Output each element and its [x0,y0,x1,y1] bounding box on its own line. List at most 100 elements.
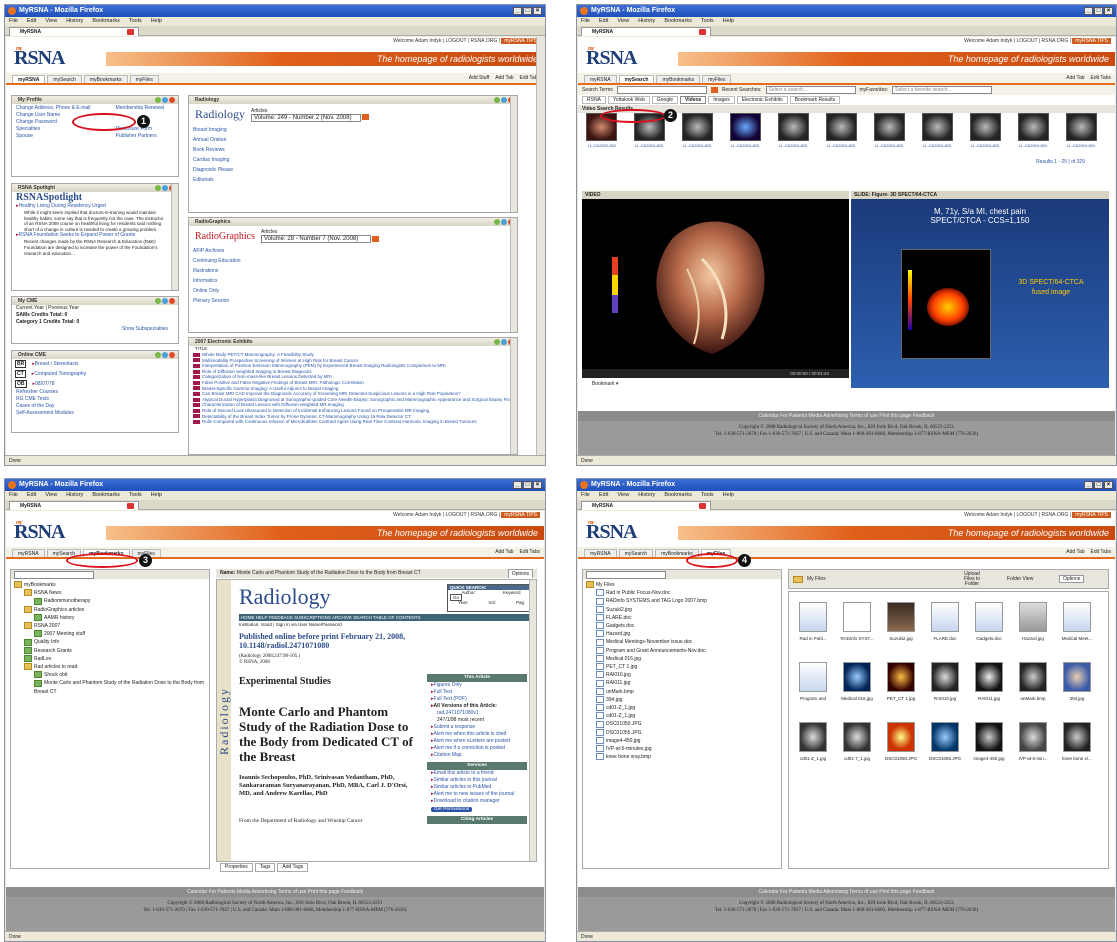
word-doc-icon[interactable] [799,602,827,632]
footer-links[interactable]: Calendar For Patients Media Advertising … [578,887,1115,897]
radiology-section-link[interactable]: Cardiac Imaging [189,155,517,165]
article-link[interactable]: Alert me when this article is cited [427,731,527,738]
file-caption[interactable]: Suzuki2.jpg [880,636,922,641]
menu-bookmarks[interactable]: Bookmarks [664,17,692,26]
menu-view[interactable]: View [617,491,629,500]
file-caption[interactable]: Gadgets.doc [968,636,1010,641]
word-doc-icon[interactable] [931,602,959,632]
rsnaorg-link[interactable]: RSNA.ORG [471,38,498,44]
minimize-icon[interactable]: _ [513,7,522,15]
image-file-icon[interactable] [931,662,959,692]
cme-item[interactable]: 08/07/78 [29,381,54,388]
tree-file[interactable]: RAI010.jpg [586,671,778,679]
video-thumbnail[interactable] [1066,113,1097,141]
browser-tab[interactable]: MyRSNA [9,27,139,36]
rsnaorg-link[interactable]: RSNA.ORG [471,512,498,518]
pane-close-icon[interactable] [169,97,175,103]
footer-links[interactable]: Calendar For Patients Media Advertising … [6,887,544,897]
file-caption[interactable]: PET_CT 1.jpg [880,696,922,701]
thumb-caption[interactable]: LL-CA2002-802 [584,143,620,148]
file-caption[interactable]: Hazard.jpg [1012,636,1054,641]
tree-file[interactable]: RAI011.jpg [586,679,778,687]
tree-folder[interactable]: My Files [586,581,778,589]
show-subspecialties-link[interactable]: Show Subspecialties [12,326,178,333]
video-player[interactable] [582,199,849,369]
tree-folder[interactable]: RadioGraphics articles [14,606,206,614]
video-timecode[interactable]: 00:00:00 / 00:01:24 [582,369,849,378]
thumb-caption[interactable]: LL-CA2003-803 [967,143,1003,148]
cme-year-links[interactable]: Current Year | Previous Year [12,305,178,312]
video-thumbnail[interactable] [730,113,761,141]
file-caption[interactable]: RAI010.jpg [924,696,966,701]
tree-bookmark[interactable]: Shock obit [14,671,206,679]
menu-history[interactable]: History [66,17,83,26]
tree-file[interactable]: unMark.bmp [586,688,778,696]
rsna-logo[interactable]: my RSNA [586,520,637,544]
image-file-icon[interactable] [887,602,915,632]
article-link[interactable]: Citation Map [427,752,527,759]
menu-edit[interactable]: Edit [27,491,36,500]
image-file-icon[interactable] [843,602,871,632]
service-link[interactable]: Email this article to a friend [427,770,527,777]
membership-renewal-link[interactable]: Membership Renewal [112,105,178,112]
tree-file[interactable]: Suzuki2.jpg [586,606,778,614]
pane-edit-icon[interactable] [501,97,507,103]
thumb-caption[interactable]: LL-CA2003-803 [631,143,667,148]
close-icon[interactable]: × [1104,7,1113,15]
engine-tab-videos[interactable]: Videos [680,96,707,104]
menu-bookmarks[interactable]: Bookmarks [92,17,120,26]
menu-history[interactable]: History [638,491,655,500]
bookmark-button[interactable]: Bookmark [592,381,615,387]
video-thumbnail[interactable] [826,113,857,141]
image-file-icon[interactable] [1063,662,1091,692]
radiology-section-link[interactable]: Book Reviews [189,145,517,155]
file-caption[interactable]: DSC01055.JPG [924,756,966,761]
menu-view[interactable]: View [617,17,629,26]
pane-min-icon[interactable] [155,352,161,358]
browser-tab[interactable]: MyRSNA [581,27,711,36]
video-thumbnail[interactable] [778,113,809,141]
pane-edit-icon[interactable] [162,185,168,191]
thumb-caption[interactable]: LL-CA2003-803 [823,143,859,148]
image-file-icon[interactable] [887,722,915,752]
image-file-icon[interactable] [975,722,1003,752]
radiographics-section-link[interactable]: Plenary Session [189,296,517,306]
image-file-icon[interactable] [1063,722,1091,752]
service-link[interactable]: Alert me to new issues of the journal [427,791,527,798]
menu-edit[interactable]: Edit [599,17,608,26]
tab-close-icon[interactable] [127,503,134,509]
radiology-section-link[interactable]: Editorials [189,175,517,185]
radiographics-section-link[interactable]: Continuing Education [189,256,517,266]
radiographics-section-link[interactable]: AFIP Archives [189,246,517,256]
publisher-partners-link[interactable]: Publisher Partners [112,133,178,140]
page-scrollbar[interactable] [536,37,544,455]
tips-link[interactable]: myRSNA TIPS [1072,38,1111,44]
engine-tab[interactable]: RSNA [582,96,606,104]
cme-link[interactable]: Cases of the Day [12,403,178,410]
menu-tools[interactable]: Tools [129,491,142,500]
close-icon[interactable]: × [1104,481,1113,489]
tree-bookmark[interactable]: 2007 Meeting stuff [14,630,206,638]
tree-file[interactable]: Hazard.jpg [586,630,778,638]
thumb-caption[interactable]: LL-CA2003-803 [679,143,715,148]
get-permissions-button[interactable]: Get Permissions [431,807,473,812]
radiographics-section-link[interactable]: Online Only [189,286,517,296]
tree-file[interactable]: PET_CT 1.jpg [586,663,778,671]
file-caption[interactable]: Medical Meet... [1056,636,1098,641]
maximize-icon[interactable]: □ [523,7,532,15]
menu-tools[interactable]: Tools [701,491,714,500]
tips-link[interactable]: myRSNA TIPS [501,512,540,518]
tree-search-input[interactable] [586,571,666,579]
article-version-link[interactable]: rad.2471071080v1 [427,710,527,717]
tree-file[interactable]: DSC01050.JPG [586,720,778,728]
file-caption[interactable]: Medical 016.jpg [836,696,878,701]
minimize-icon[interactable]: _ [513,481,522,489]
pane-close-icon[interactable] [169,298,175,304]
results-paging[interactable]: Results 1 - 25 | of 329 [578,159,1115,167]
article-link[interactable]: Alert me if a correction is posted [427,745,527,752]
image-file-icon[interactable] [1019,602,1047,632]
article-link[interactable]: Submit a response [427,724,527,731]
tab-myfiles[interactable]: myFiles [702,75,732,83]
engine-tab[interactable]: Google [651,96,678,104]
exhibit-item[interactable]: Rolls Compared with Continuous Infusion … [189,419,517,425]
